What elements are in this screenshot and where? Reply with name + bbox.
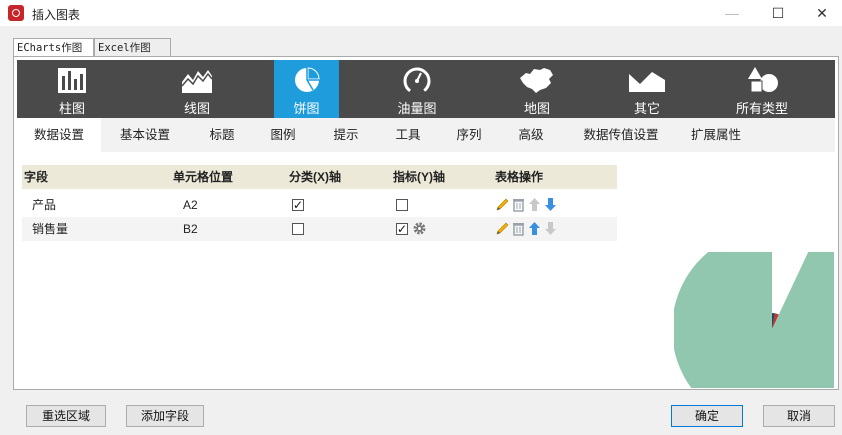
tab-tools[interactable]: 工具 xyxy=(388,118,428,152)
chart-type-label: 油量图 xyxy=(397,101,437,116)
y-axis-checkbox[interactable] xyxy=(396,199,408,211)
chart-type-label: 其它 xyxy=(633,101,660,116)
maximize-button[interactable]: ☐ xyxy=(758,0,798,26)
tab-echarts[interactable]: ECharts作图 xyxy=(13,38,94,58)
settings-tabs: 数据设置 基本设置 标题 图例 提示 工具 序列 高级 数据传值设置 扩展属性 xyxy=(17,118,835,152)
chart-type-label: 饼图 xyxy=(293,101,320,116)
chart-type-bar[interactable]: 柱图 xyxy=(27,60,117,118)
edit-pencil-icon[interactable] xyxy=(495,197,510,212)
map-icon xyxy=(520,68,553,93)
add-field-button[interactable]: 添加字段 xyxy=(126,405,204,427)
area-icon xyxy=(629,72,665,92)
y-axis-checkbox[interactable]: ✓ xyxy=(396,223,408,235)
gauge-icon xyxy=(403,67,431,94)
x-axis-checkbox[interactable]: ✓ xyxy=(292,199,304,211)
header-field: 字段 xyxy=(24,170,49,184)
field-name: 产品 xyxy=(32,198,57,212)
chart-type-toolbar: 柱图 线图 饼图 油量图 地图 其它 所有类型 xyxy=(17,60,835,118)
app-icon xyxy=(8,5,24,21)
tab-tooltip[interactable]: 提示 xyxy=(326,118,366,152)
delete-trash-icon[interactable] xyxy=(511,221,526,236)
tab-legend[interactable]: 图例 xyxy=(263,118,303,152)
tab-extended-props[interactable]: 扩展属性 xyxy=(686,118,746,152)
tab-title[interactable]: 标题 xyxy=(202,118,242,152)
tab-series[interactable]: 序列 xyxy=(449,118,489,152)
tab-data-settings[interactable]: 数据设置 xyxy=(17,118,101,152)
pie-slice xyxy=(674,252,834,388)
chart-type-map[interactable]: 地图 xyxy=(487,60,587,118)
chart-type-other[interactable]: 其它 xyxy=(592,60,702,118)
gear-icon[interactable] xyxy=(412,221,427,236)
tab-data-transfer[interactable]: 数据传值设置 xyxy=(576,118,666,152)
move-up-arrow-icon[interactable] xyxy=(527,197,542,212)
header-y-axis: 指标(Y)轴 xyxy=(393,170,445,184)
edit-pencil-icon[interactable] xyxy=(495,221,510,236)
shapes-icon xyxy=(748,67,778,93)
grid-header: 字段 单元格位置 分类(X)轴 指标(Y)轴 表格操作 xyxy=(22,165,617,189)
cancel-button[interactable]: 取消 xyxy=(763,405,835,427)
reselect-range-button[interactable]: 重选区域 xyxy=(26,405,106,427)
main-panel: 柱图 线图 饼图 油量图 地图 其它 所有类型 数据设置 基本设置 标题 图例 … xyxy=(13,56,839,390)
pie-chart-preview xyxy=(674,252,834,388)
title-bar: 插入图表 — ☐ ✕ xyxy=(0,0,842,26)
move-up-arrow-icon[interactable] xyxy=(527,221,542,236)
line-chart-icon xyxy=(181,70,213,93)
chart-type-label: 柱图 xyxy=(58,101,85,116)
header-cell-position: 单元格位置 xyxy=(173,170,234,184)
chart-type-line[interactable]: 线图 xyxy=(147,60,247,118)
field-name: 销售量 xyxy=(32,222,69,236)
delete-trash-icon[interactable] xyxy=(511,197,526,212)
move-down-arrow-icon[interactable] xyxy=(543,221,558,236)
chart-type-pie[interactable]: 饼图 xyxy=(274,60,339,118)
chart-type-all[interactable]: 所有类型 xyxy=(707,60,817,118)
tab-basic-settings[interactable]: 基本设置 xyxy=(113,118,177,152)
move-down-arrow-icon[interactable] xyxy=(543,197,558,212)
minimize-button[interactable]: — xyxy=(712,0,752,26)
tab-excel[interactable]: Excel作图 xyxy=(94,38,171,57)
table-row[interactable]: 产品 A2 ✓ xyxy=(22,193,617,217)
header-table-ops: 表格操作 xyxy=(495,170,544,184)
close-button[interactable]: ✕ xyxy=(802,0,842,26)
chart-type-label: 地图 xyxy=(523,101,550,116)
ok-button[interactable]: 确定 xyxy=(671,405,743,427)
tab-advanced[interactable]: 高级 xyxy=(511,118,551,152)
chart-type-label: 所有类型 xyxy=(735,101,788,116)
chart-type-label: 线图 xyxy=(183,101,210,116)
bar-chart-icon xyxy=(58,68,86,93)
window-title: 插入图表 xyxy=(32,8,81,22)
table-row[interactable]: 销售量 B2 ✓ xyxy=(22,217,617,241)
x-axis-checkbox[interactable] xyxy=(292,223,304,235)
header-x-axis: 分类(X)轴 xyxy=(289,170,341,184)
cell-position[interactable]: A2 xyxy=(183,193,198,217)
cell-position[interactable]: B2 xyxy=(183,217,198,241)
pie-chart-icon xyxy=(294,67,320,92)
chart-type-gauge[interactable]: 油量图 xyxy=(367,60,467,118)
